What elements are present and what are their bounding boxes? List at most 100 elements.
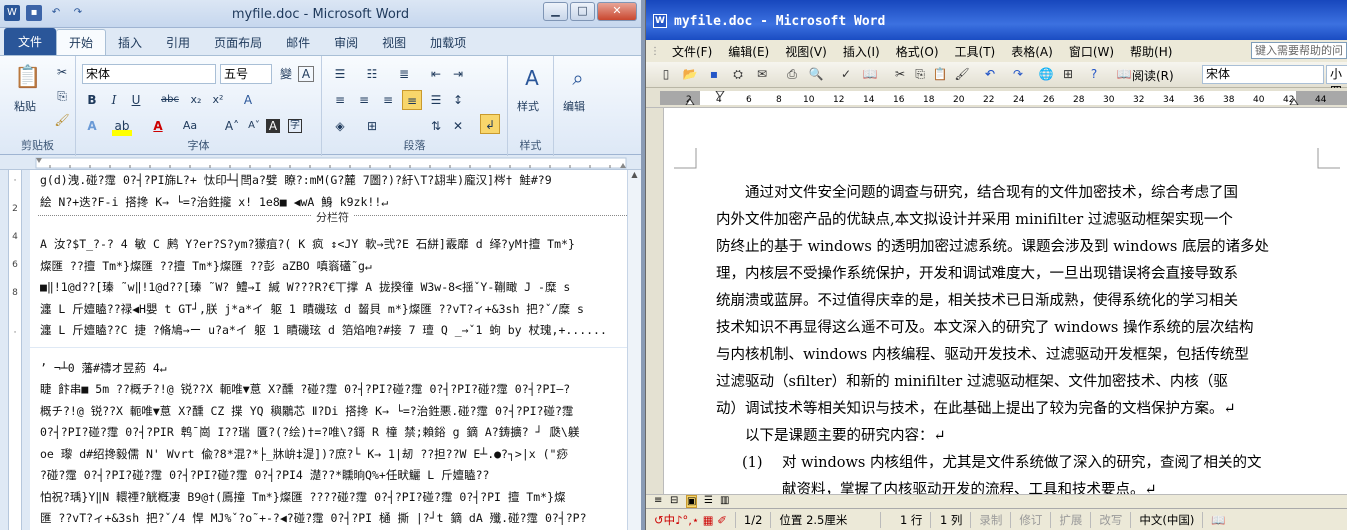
tab-references[interactable]: 引用 <box>154 30 202 55</box>
align-right-icon[interactable]: ≡ <box>378 90 398 110</box>
ime-indicator[interactable]: ↺中♪°,⋆ ▦ ✐ <box>646 511 736 528</box>
italic-icon[interactable]: I <box>104 90 124 110</box>
line-spacing-icon[interactable]: ↕ <box>448 90 468 110</box>
font-name-select[interactable]: 宋体 <box>82 64 216 84</box>
distributed-icon[interactable]: ☰ <box>426 90 446 110</box>
increase-indent-icon[interactable]: ⇥ <box>448 64 468 84</box>
tables-icon[interactable]: ⊞ <box>1060 66 1076 82</box>
shading-icon[interactable]: ◈ <box>330 116 350 136</box>
overtype-indicator[interactable]: 改写 <box>1091 511 1132 528</box>
menu-file[interactable]: 文件(F) <box>664 43 720 60</box>
copy-icon[interactable]: ⎘ <box>52 86 72 106</box>
paste-icon[interactable]: 📋 <box>10 60 46 96</box>
reading-mode-button[interactable]: 阅读(R) <box>1132 67 1174 84</box>
web-view-icon[interactable]: ⊟ <box>670 495 678 506</box>
highlight-icon[interactable]: ab <box>112 116 132 136</box>
vertical-ruler[interactable]: · 2 4 6 8 · <box>0 170 28 530</box>
bullets-icon[interactable]: ☰ <box>330 64 350 84</box>
superscript-icon[interactable]: x² <box>208 90 228 110</box>
numbering-icon[interactable]: ☷ <box>362 64 382 84</box>
underline-icon[interactable]: U <box>126 90 146 110</box>
editing-button[interactable]: 编辑 <box>563 98 585 114</box>
word-logo-icon[interactable]: W <box>653 14 667 28</box>
print-view-icon[interactable]: ▣ <box>686 495 698 508</box>
spelling-status-icon[interactable]: 📖 <box>1203 512 1233 528</box>
menu-edit[interactable]: 编辑(E) <box>720 43 777 60</box>
right-document-area[interactable]: 通过对文件安全问题的调查与研究，结合现有的文件加密技术，综合考虑了国 内外文件加… <box>664 108 1347 508</box>
vertical-ruler[interactable] <box>646 108 664 508</box>
record-macro-indicator[interactable]: 录制 <box>971 511 1012 528</box>
menu-help[interactable]: 帮助(H) <box>1122 43 1180 60</box>
new-doc-icon[interactable]: ▯ <box>658 66 674 82</box>
subscript-icon[interactable]: x₂ <box>186 90 206 110</box>
horizontal-ruler[interactable]: 2 4 6 8 10 12 14 16 18 20 22 24 26 28 30… <box>646 88 1347 108</box>
tab-mailings[interactable]: 邮件 <box>274 30 322 55</box>
tab-file[interactable]: 文件 <box>4 28 57 55</box>
tab-page-layout[interactable]: 页面布局 <box>202 30 274 55</box>
save-icon[interactable]: ▪ <box>706 66 722 82</box>
normal-view-icon[interactable]: ≡ <box>654 495 662 506</box>
print-icon[interactable]: ⎙ <box>784 66 800 82</box>
open-icon[interactable]: 📂 <box>682 66 698 82</box>
show-marks-icon[interactable]: ↲ <box>480 114 500 134</box>
language-indicator[interactable]: 中文(中国) <box>1131 511 1204 528</box>
justify-icon[interactable]: ≡ <box>402 90 422 110</box>
maximize-button[interactable]: □ <box>570 2 595 21</box>
clear-format-icon[interactable]: A <box>238 90 258 110</box>
wen-phonetic-icon[interactable]: 變 <box>276 64 296 84</box>
help-search-input[interactable]: 键入需要帮助的问 <box>1251 42 1347 59</box>
styles-button[interactable]: 样式 <box>517 98 539 114</box>
menu-window[interactable]: 窗口(W) <box>1061 43 1122 60</box>
font-color-icon[interactable]: A <box>148 116 168 136</box>
paste-icon[interactable]: 📋 <box>932 66 948 82</box>
spelling-icon[interactable]: ✓ <box>838 66 854 82</box>
multilevel-list-icon[interactable]: ≣ <box>394 64 414 84</box>
horizontal-scrollbar[interactable]: ≡ ⊟ ▣ ☰ ▥ <box>646 494 1347 508</box>
cut-icon[interactable]: ✂ <box>52 62 72 82</box>
permission-icon[interactable]: ⛭ <box>730 66 746 82</box>
format-painter-icon[interactable]: 🖌 <box>954 66 970 82</box>
extend-selection-indicator[interactable]: 扩展 <box>1051 511 1092 528</box>
track-changes-indicator[interactable]: 修订 <box>1011 511 1052 528</box>
sort-icon[interactable]: ⇅ <box>426 116 446 136</box>
left-document-area[interactable]: g(d)洩.碰?霪 0?┤?PI旆L?+ 忲印┴┤閆a?嬖 瞭?:mM(G?麓 … <box>30 170 635 530</box>
copy-icon[interactable]: ⎘ <box>912 66 928 82</box>
cut-icon[interactable]: ✂ <box>892 66 908 82</box>
tab-addins[interactable]: 加载项 <box>418 30 478 55</box>
help-icon[interactable]: ? <box>1086 66 1102 82</box>
char-border-icon[interactable]: A <box>298 66 314 82</box>
font-size-select[interactable]: 五号 <box>220 64 272 84</box>
borders-icon[interactable]: ⊞ <box>362 116 382 136</box>
undo-icon[interactable]: ↶ <box>982 66 998 82</box>
align-center-icon[interactable]: ≡ <box>354 90 374 110</box>
vertical-scrollbar[interactable]: ▲ <box>627 170 641 530</box>
research-icon[interactable]: 📖 <box>862 66 878 82</box>
shrink-font-icon[interactable]: A˅ <box>244 116 264 136</box>
scroll-up-icon[interactable]: ▲ <box>628 170 641 184</box>
enclose-char-icon[interactable]: 字 <box>288 119 302 133</box>
text-effect-icon[interactable]: A <box>82 116 102 136</box>
tab-home[interactable]: 开始 <box>56 29 107 55</box>
menu-tools[interactable]: 工具(T) <box>947 43 1004 60</box>
change-case-icon[interactable]: Aa <box>180 116 200 136</box>
menu-table[interactable]: 表格(A) <box>1003 43 1061 60</box>
redo-icon[interactable]: ↷ <box>1010 66 1026 82</box>
reading-icon[interactable]: 📖 <box>1116 66 1132 82</box>
outline-view-icon[interactable]: ☰ <box>704 495 713 506</box>
hyperlink-icon[interactable]: 🌐 <box>1038 66 1054 82</box>
font-name-select[interactable]: 宋体 <box>1202 65 1324 84</box>
font-size-select[interactable]: 小四 <box>1326 65 1347 98</box>
menu-insert[interactable]: 插入(I) <box>835 43 888 60</box>
binoculars-icon[interactable]: ⌕ <box>560 60 596 96</box>
tab-review[interactable]: 审阅 <box>322 30 370 55</box>
tab-insert[interactable]: 插入 <box>106 30 154 55</box>
paste-button[interactable]: 粘贴 <box>14 98 36 114</box>
align-left-icon[interactable]: ≡ <box>330 90 350 110</box>
bold-icon[interactable]: B <box>82 90 102 110</box>
reading-view-icon[interactable]: ▥ <box>720 495 729 506</box>
print-preview-icon[interactable]: 🔍 <box>808 66 824 82</box>
grow-font-icon[interactable]: A˄ <box>222 116 242 136</box>
email-icon[interactable]: ✉ <box>754 66 770 82</box>
format-painter-icon[interactable]: 🖌 <box>52 110 72 130</box>
tab-view[interactable]: 视图 <box>370 30 418 55</box>
